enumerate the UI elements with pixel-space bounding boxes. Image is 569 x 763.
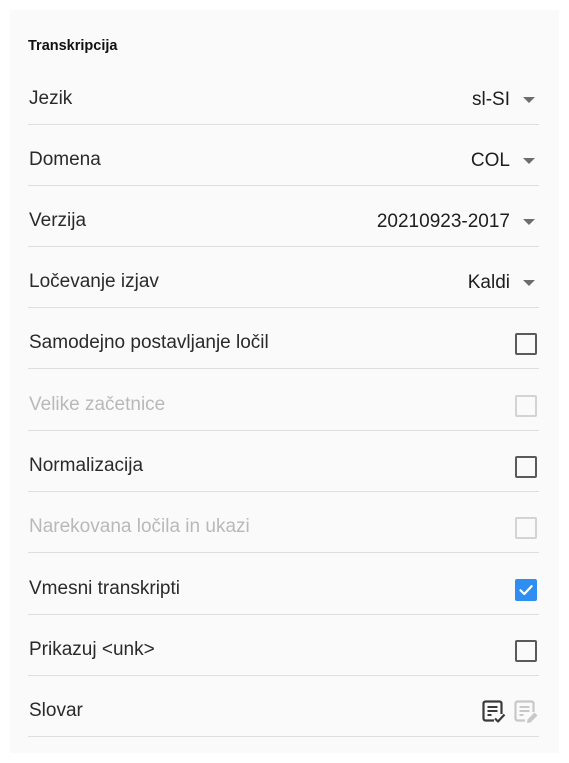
show-unk-row: Prikazuj <unk>: [28, 631, 539, 676]
version-select[interactable]: 20210923-2017: [377, 208, 539, 236]
version-label: Verzija: [29, 210, 87, 231]
language-select[interactable]: sl-SI: [472, 86, 539, 114]
show-unk-checkbox[interactable]: [515, 640, 537, 662]
dictated-punctuation-row: Narekovana ločila in ukazi: [28, 508, 539, 553]
interim-transcripts-label: Vmesni transkripti: [29, 578, 180, 599]
version-select-value: 20210923-2017: [376, 211, 510, 232]
dropdown-arrow-icon: [523, 280, 535, 286]
auto-punctuation-label: Samodejno postavljanje ločil: [29, 332, 269, 353]
dropdown-arrow-icon: [523, 97, 535, 103]
normalization-row: Normalizacija: [28, 447, 539, 492]
dictionary-review-icon[interactable]: [481, 699, 507, 725]
capitalization-checkbox: [515, 395, 537, 417]
version-row: Verzija 20210923-2017: [28, 202, 539, 247]
dictated-punctuation-checkbox: [515, 517, 537, 539]
normalization-label: Normalizacija: [29, 455, 144, 476]
domain-select-value: COL: [470, 150, 510, 171]
domain-row: Domena COL: [28, 141, 539, 186]
auto-punctuation-row: Samodejno postavljanje ločil: [28, 324, 539, 369]
language-select-value: sl-SI: [472, 89, 510, 110]
dictated-punctuation-label: Narekovana ločila in ukazi: [29, 516, 250, 537]
show-unk-label: Prikazuj <unk>: [29, 639, 155, 660]
dropdown-arrow-icon: [523, 158, 535, 164]
dropdown-arrow-icon: [523, 219, 535, 225]
dictionary-edit-icon: [513, 699, 539, 725]
domain-select[interactable]: COL: [471, 147, 539, 175]
utterance-segmentation-select-value: Kaldi: [467, 272, 510, 293]
capitalization-row: Velike začetnice: [28, 386, 539, 431]
language-label: Jezik: [29, 88, 73, 109]
auto-punctuation-checkbox[interactable]: [515, 333, 537, 355]
dictionary-actions: [481, 699, 539, 725]
section-title: Transkripcija: [28, 38, 118, 54]
dictionary-row: Slovar: [28, 692, 539, 737]
interim-transcripts-row: Vmesni transkripti: [28, 570, 539, 615]
normalization-checkbox[interactable]: [515, 456, 537, 478]
checkmark-icon: [519, 585, 533, 596]
capitalization-label: Velike začetnice: [29, 394, 166, 415]
utterance-segmentation-label: Ločevanje izjav: [29, 271, 159, 292]
domain-label: Domena: [29, 149, 101, 170]
interim-transcripts-checkbox[interactable]: [515, 579, 537, 601]
utterance-segmentation-select[interactable]: Kaldi: [468, 269, 539, 297]
dictionary-label: Slovar: [29, 700, 83, 721]
language-row: Jezik sl-SI: [28, 80, 539, 125]
utterance-segmentation-row: Ločevanje izjav Kaldi: [28, 263, 539, 308]
